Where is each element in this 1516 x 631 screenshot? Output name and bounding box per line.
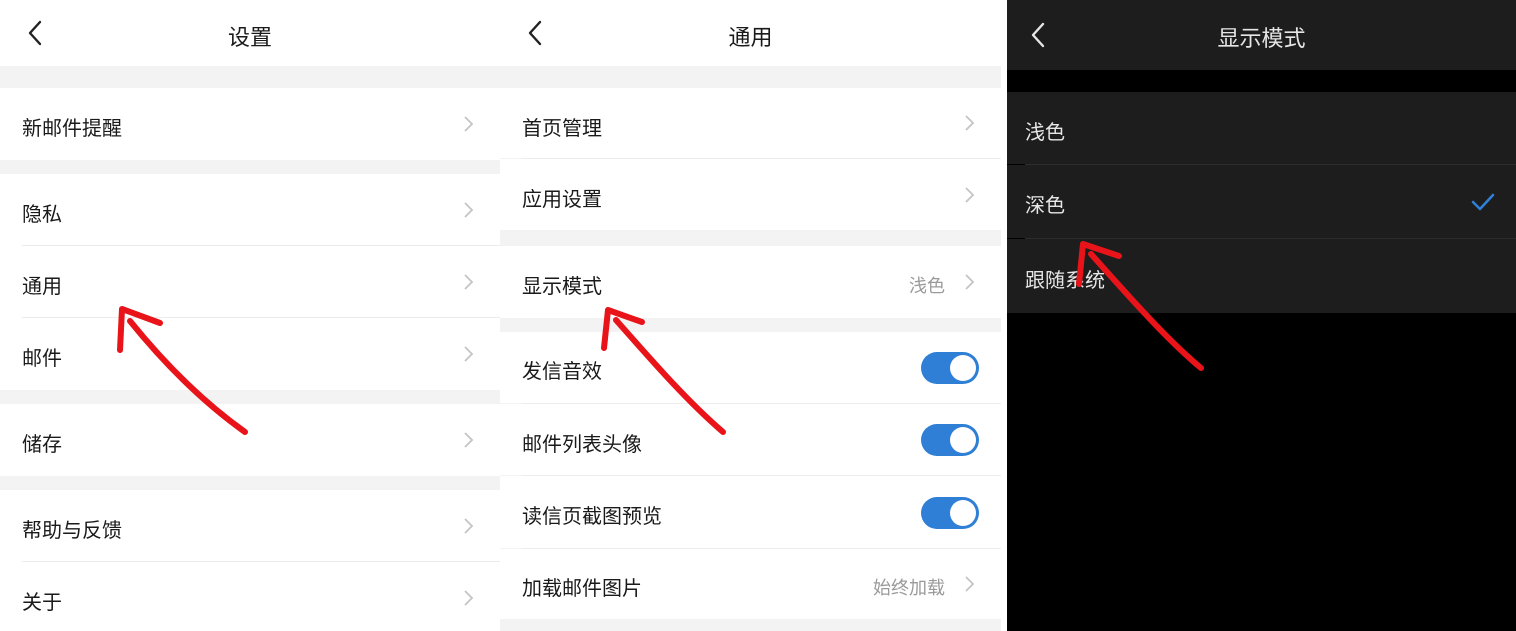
settings-header: 设置 [0,0,500,66]
chevron-right-icon [462,272,474,292]
display-option-follow-system[interactable]: 跟随系统 [1007,239,1516,313]
settings-item-about[interactable]: 关于 [0,562,500,631]
item-label: 通用 [22,274,62,298]
chevron-right-icon [462,114,474,134]
settings-item-help-feedback[interactable]: 帮助与反馈 [0,490,500,562]
item-label: 邮件 [22,346,62,370]
item-label: 显示模式 [522,274,602,298]
display-mode-value: 浅色 [909,276,945,297]
chevron-right-icon [963,272,975,292]
display-option-dark[interactable]: 深色 [1007,165,1516,238]
page-title: 显示模式 [1217,27,1306,52]
display-option-light[interactable]: 浅色 [1007,92,1516,164]
item-label: 新邮件提醒 [22,116,122,140]
chevron-right-icon [462,588,474,608]
general-item-app-settings[interactable]: 应用设置 [500,159,1001,230]
settings-item-general[interactable]: 通用 [0,246,500,318]
chevron-right-icon [462,516,474,536]
item-label: 邮件列表头像 [522,432,642,456]
screenshot-preview-toggle[interactable] [921,497,979,529]
load-images-value: 始终加载 [873,578,945,599]
item-label: 应用设置 [522,187,602,211]
toggle-knob [950,355,976,381]
item-label: 读信页截图预览 [522,504,662,528]
chevron-right-icon [462,344,474,364]
general-item-send-sound: 发信音效 [500,332,1001,403]
settings-item-mail[interactable]: 邮件 [0,318,500,390]
settings-item-privacy[interactable]: 隐私 [0,174,500,246]
chevron-right-icon [963,113,975,133]
settings-screen: 设置 新邮件提醒 隐私 通用 邮件 储存 帮助与反馈 关于 [0,0,500,631]
list-avatar-toggle[interactable] [921,424,979,456]
option-label: 浅色 [1025,120,1065,144]
item-label: 发信音效 [522,359,602,383]
send-sound-toggle[interactable] [921,352,979,384]
toggle-knob [950,500,976,526]
item-label: 隐私 [22,202,62,226]
checkmark-icon [1471,193,1495,211]
toggle-knob [950,427,976,453]
general-item-screenshot-preview: 读信页截图预览 [500,476,1001,548]
chevron-right-icon [462,200,474,220]
item-label: 帮助与反馈 [22,518,122,542]
chevron-right-icon [963,185,975,205]
item-label: 加载邮件图片 [522,576,642,600]
settings-item-storage[interactable]: 储存 [0,404,500,476]
general-item-display-mode[interactable]: 显示模式 浅色 [500,246,1001,318]
display-mode-header: 显示模式 [1007,0,1516,70]
settings-item-new-mail-alert[interactable]: 新邮件提醒 [0,88,500,160]
general-item-load-images[interactable]: 加载邮件图片 始终加载 [500,549,1001,619]
page-title: 设置 [227,26,272,51]
option-label: 跟随系统 [1025,268,1105,292]
general-item-list-avatar: 邮件列表头像 [500,404,1001,475]
general-item-home-management[interactable]: 首页管理 [500,88,1001,158]
general-header: 通用 [500,0,1001,66]
page-title: 通用 [728,26,773,51]
option-label: 深色 [1025,193,1065,217]
item-label: 首页管理 [522,116,602,140]
item-label: 储存 [22,432,62,456]
item-label: 关于 [22,590,62,614]
chevron-right-icon [963,574,975,594]
display-mode-screen: 显示模式 浅色 深色 跟随系统 [1007,0,1516,631]
general-screen: 通用 首页管理 应用设置 显示模式 浅色 发信音效 邮件列表头像 读信页截图预览… [500,0,1001,631]
chevron-right-icon [462,430,474,450]
